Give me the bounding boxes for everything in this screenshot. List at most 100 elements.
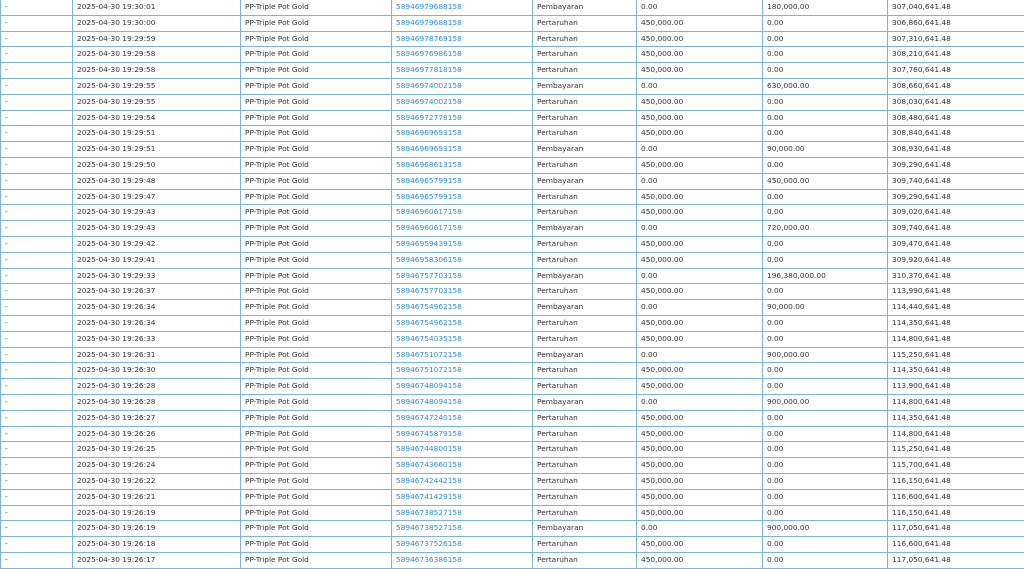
round-id-link[interactable]: 58946743660158 [392, 458, 533, 474]
row-marker: - [1, 473, 73, 489]
round-id-link[interactable]: 58946738527158 [392, 505, 533, 521]
round-id-link[interactable]: 58946977818158 [392, 63, 533, 79]
bet-amount: 0.00 [637, 300, 763, 316]
game-name: PP-Triple Pot Gold [241, 473, 392, 489]
game-name: PP-Triple Pot Gold [241, 31, 392, 47]
row-marker: - [1, 315, 73, 331]
round-id-link[interactable]: 58946976986158 [392, 47, 533, 63]
game-name: PP-Triple Pot Gold [241, 268, 392, 284]
round-id-link[interactable]: 58946744800158 [392, 442, 533, 458]
transaction-time: 2025-04-30 19:29:48 [73, 173, 241, 189]
round-id-link[interactable]: 58946737526158 [392, 537, 533, 553]
bet-amount: 450,000.00 [637, 505, 763, 521]
transaction-table-body: -2025-04-30 19:30:01PP-Triple Pot Gold58… [1, 0, 1024, 568]
round-id-link[interactable]: 58946747240158 [392, 410, 533, 426]
transaction-time: 2025-04-30 19:26:27 [73, 410, 241, 426]
table-row: -2025-04-30 19:29:54PP-Triple Pot Gold58… [1, 110, 1024, 126]
round-id-link[interactable]: 58946757703158 [392, 284, 533, 300]
bet-amount: 450,000.00 [637, 157, 763, 173]
bet-amount: 450,000.00 [637, 189, 763, 205]
row-marker: - [1, 78, 73, 94]
round-id-link[interactable]: 58946751072158 [392, 363, 533, 379]
table-row: -2025-04-30 19:29:48PP-Triple Pot Gold58… [1, 173, 1024, 189]
transaction-type: Pembayaran [533, 221, 637, 237]
round-id-link[interactable]: 58946754962158 [392, 315, 533, 331]
round-id-link[interactable]: 58946979688158 [392, 15, 533, 31]
transaction-type: Pembayaran [533, 173, 637, 189]
round-id-link[interactable]: 58946969693158 [392, 142, 533, 158]
table-row: -2025-04-30 19:26:34PP-Triple Pot Gold58… [1, 300, 1024, 316]
bet-amount: 0.00 [637, 221, 763, 237]
balance: 113,990,641.48 [888, 284, 1024, 300]
balance: 115,700,641.48 [888, 458, 1024, 474]
bet-amount: 450,000.00 [637, 537, 763, 553]
row-marker: - [1, 15, 73, 31]
row-marker: - [1, 442, 73, 458]
round-id-link[interactable]: 58946751072158 [392, 347, 533, 363]
balance: 114,800,641.48 [888, 426, 1024, 442]
round-id-link[interactable]: 58946754035158 [392, 331, 533, 347]
game-name: PP-Triple Pot Gold [241, 284, 392, 300]
transaction-time: 2025-04-30 19:29:58 [73, 47, 241, 63]
round-id-link[interactable]: 58946965799158 [392, 189, 533, 205]
transaction-type: Pertaruhan [533, 505, 637, 521]
bet-amount: 0.00 [637, 347, 763, 363]
round-id-link[interactable]: 58946974002158 [392, 78, 533, 94]
row-marker: - [1, 31, 73, 47]
payout-amount: 90,000.00 [763, 300, 888, 316]
round-id-link[interactable]: 58946748094158 [392, 394, 533, 410]
round-id-link[interactable]: 58946960617158 [392, 221, 533, 237]
round-id-link[interactable]: 58946741429158 [392, 489, 533, 505]
round-id-link[interactable]: 58946757703158 [392, 268, 533, 284]
row-marker: - [1, 110, 73, 126]
round-id-link[interactable]: 58946965799158 [392, 173, 533, 189]
row-marker: - [1, 252, 73, 268]
transaction-time: 2025-04-30 19:26:19 [73, 505, 241, 521]
round-id-link[interactable]: 58946978769158 [392, 31, 533, 47]
payout-amount: 196,380,000.00 [763, 268, 888, 284]
transaction-type: Pertaruhan [533, 15, 637, 31]
round-id-link[interactable]: 58946972778158 [392, 110, 533, 126]
bet-amount: 450,000.00 [637, 552, 763, 568]
round-id-link[interactable]: 58946745879158 [392, 426, 533, 442]
transaction-type: Pertaruhan [533, 537, 637, 553]
game-name: PP-Triple Pot Gold [241, 0, 392, 15]
round-id-link[interactable]: 58946959439158 [392, 236, 533, 252]
round-id-link[interactable]: 58946742442158 [392, 473, 533, 489]
table-row: -2025-04-30 19:26:27PP-Triple Pot Gold58… [1, 410, 1024, 426]
transaction-time: 2025-04-30 19:29:58 [73, 63, 241, 79]
row-marker: - [1, 126, 73, 142]
payout-amount: 0.00 [763, 63, 888, 79]
round-id-link[interactable]: 58946736386158 [392, 552, 533, 568]
transaction-time: 2025-04-30 19:29:55 [73, 94, 241, 110]
game-name: PP-Triple Pot Gold [241, 458, 392, 474]
round-id-link[interactable]: 58946974002158 [392, 94, 533, 110]
transaction-type: Pembayaran [533, 521, 637, 537]
balance: 115,250,641.48 [888, 442, 1024, 458]
transaction-type: Pertaruhan [533, 63, 637, 79]
round-id-link[interactable]: 58946969693158 [392, 126, 533, 142]
payout-amount: 0.00 [763, 15, 888, 31]
transaction-type: Pertaruhan [533, 442, 637, 458]
round-id-link[interactable]: 58946738527158 [392, 521, 533, 537]
row-marker: - [1, 268, 73, 284]
transaction-time: 2025-04-30 19:26:34 [73, 300, 241, 316]
round-id-link[interactable]: 58946979688158 [392, 0, 533, 15]
table-row: -2025-04-30 19:29:47PP-Triple Pot Gold58… [1, 189, 1024, 205]
round-id-link[interactable]: 58946754962158 [392, 300, 533, 316]
table-row: -2025-04-30 19:29:59PP-Triple Pot Gold58… [1, 31, 1024, 47]
transaction-type: Pertaruhan [533, 458, 637, 474]
round-id-link[interactable]: 58946958306158 [392, 252, 533, 268]
payout-amount: 0.00 [763, 410, 888, 426]
bet-amount: 450,000.00 [637, 284, 763, 300]
round-id-link[interactable]: 58946748094158 [392, 379, 533, 395]
transaction-type: Pertaruhan [533, 205, 637, 221]
payout-amount: 0.00 [763, 363, 888, 379]
transaction-time: 2025-04-30 19:26:22 [73, 473, 241, 489]
balance: 309,740,641.48 [888, 221, 1024, 237]
transaction-time: 2025-04-30 19:26:21 [73, 489, 241, 505]
transaction-time: 2025-04-30 19:29:41 [73, 252, 241, 268]
round-id-link[interactable]: 58946968613158 [392, 157, 533, 173]
round-id-link[interactable]: 58946960617158 [392, 205, 533, 221]
game-name: PP-Triple Pot Gold [241, 173, 392, 189]
